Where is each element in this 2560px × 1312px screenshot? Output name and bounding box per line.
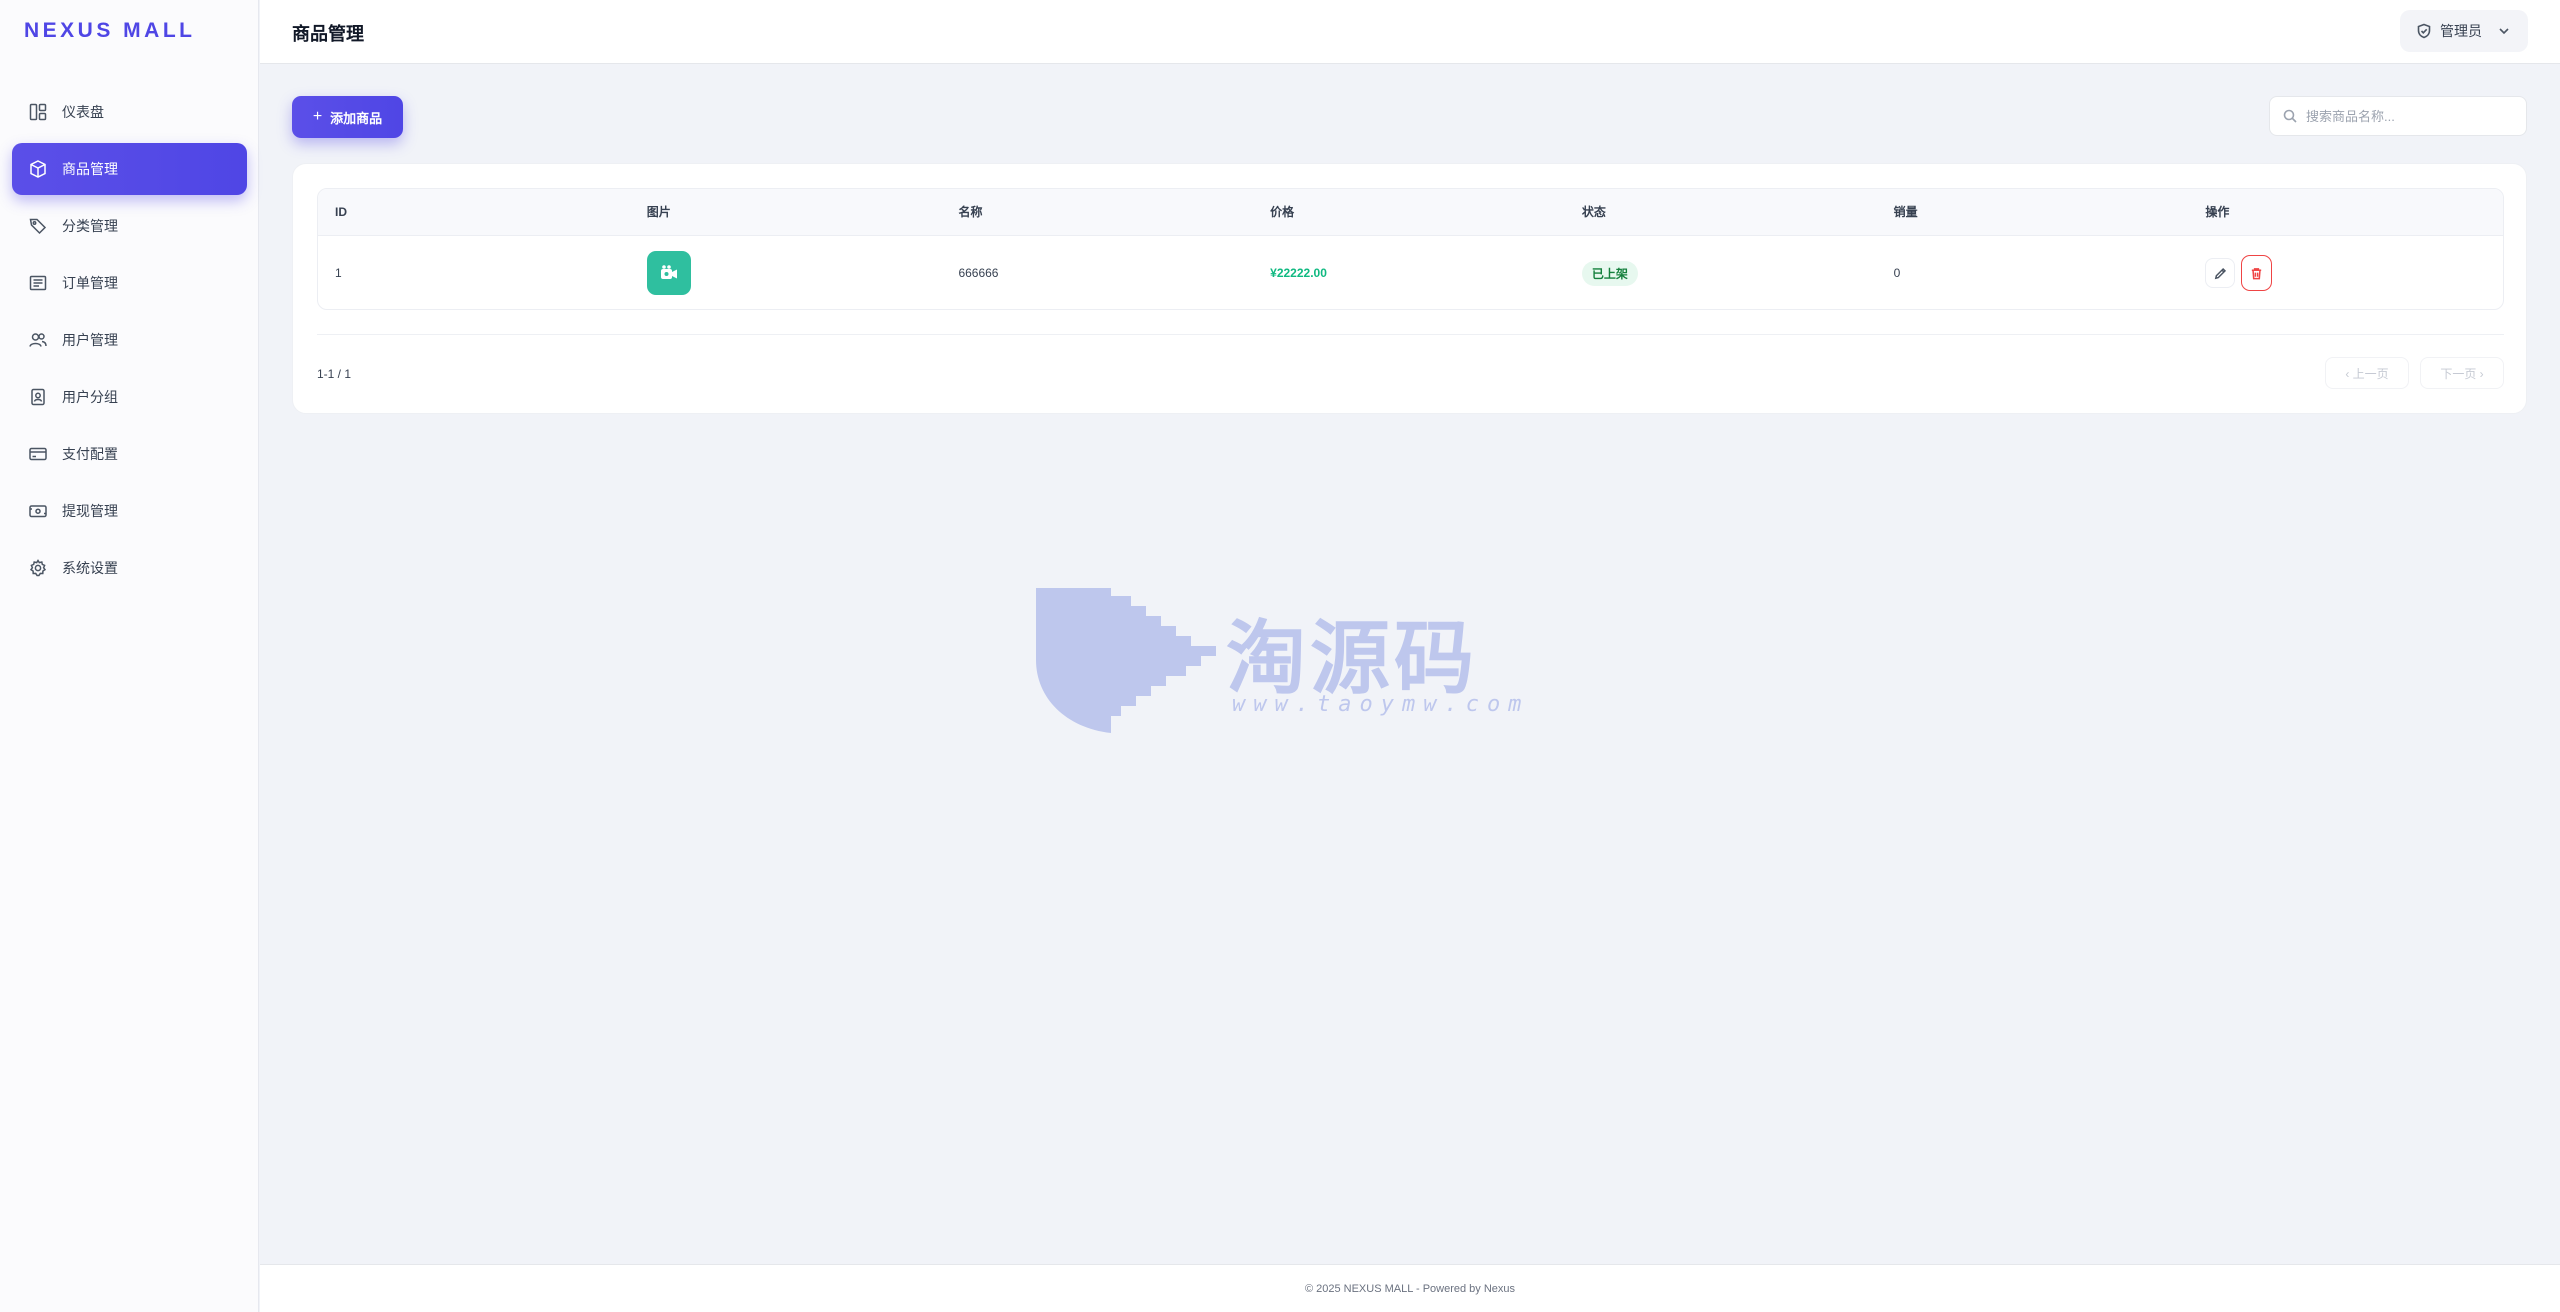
sidebar-item-orders[interactable]: 订单管理: [12, 257, 247, 309]
edit-button[interactable]: [2205, 258, 2236, 288]
column-header-image[interactable]: 图片: [630, 189, 942, 236]
sidebar-item-label: 订单管理: [62, 275, 118, 291]
gear-icon: [29, 559, 47, 577]
sidebar-item-label: 商品管理: [62, 161, 118, 177]
prev-page-button[interactable]: ‹ 上一页: [2325, 357, 2409, 389]
chevron-down-icon: [2499, 28, 2509, 35]
sidebar: NEXUS MALL 仪表盘 商品管理 分类管理 订单管理 用户管理 用户分组 …: [0, 0, 259, 1312]
delete-button[interactable]: [2241, 255, 2273, 291]
box-icon: [30, 160, 46, 178]
sidebar-item-label: 支付配置: [62, 446, 118, 462]
sidebar-nav: 仪表盘 商品管理 分类管理 订单管理 用户管理 用户分组 支付配置 提现管理 系…: [12, 86, 247, 599]
table-header: ID 图片 名称 价格 状态 销量 操作: [318, 189, 2503, 236]
sidebar-item-dashboard[interactable]: 仪表盘: [12, 86, 247, 138]
sidebar-item-label: 系统设置: [62, 560, 118, 576]
top-header: 商品管理 管理员: [260, 0, 2560, 64]
dashboard-icon: [29, 103, 47, 121]
column-header-actions: 操作: [2205, 205, 2230, 219]
cell-actions: [2188, 255, 2503, 291]
shield-check-icon: [2417, 23, 2431, 39]
video-camera-icon: [660, 265, 677, 279]
column-header-sales[interactable]: 销量: [1877, 189, 2189, 236]
withdraw-icon: [29, 505, 47, 518]
status-badge: 已上架: [1581, 260, 1638, 286]
row-actions: [2205, 255, 2503, 291]
user-menu-button[interactable]: 管理员: [2400, 10, 2528, 52]
sidebar-item-settings[interactable]: 系统设置: [12, 542, 247, 594]
app: NEXUS MALL 仪表盘 商品管理 分类管理 订单管理 用户管理 用户分组 …: [0, 0, 2560, 1312]
products-card: ID 图片 名称 价格 状态 销量 操作 1 666666 ¥22222.00 …: [292, 163, 2527, 414]
column-header-status[interactable]: 状态: [1565, 189, 1877, 236]
search-box: [2269, 96, 2527, 136]
cell-status: 已上架: [1565, 260, 1877, 286]
watermark-url: www.taoymw.com: [1232, 692, 1530, 717]
sidebar-item-label: 仪表盘: [62, 104, 104, 120]
tag-icon: [29, 218, 47, 235]
cell-name: 666666: [958, 266, 999, 280]
product-thumbnail[interactable]: [646, 251, 691, 295]
sidebar-item-payment-config[interactable]: 支付配置: [12, 428, 247, 480]
brand-logo: NEXUS MALL: [24, 19, 196, 42]
sidebar-item-products[interactable]: 商品管理: [12, 143, 247, 195]
column-header-price[interactable]: 价格: [1253, 189, 1565, 236]
trash-icon: [2252, 267, 2262, 279]
search-input[interactable]: [2306, 108, 2516, 124]
sidebar-item-label: 用户管理: [62, 332, 118, 348]
cell-id: 1: [335, 266, 342, 280]
cell-price: ¥22222.00: [1270, 266, 1327, 280]
card-divider: [317, 334, 2504, 335]
cell-image: [630, 251, 942, 295]
table-row: 1 666666 ¥22222.00 已上架 0: [318, 236, 2503, 309]
add-product-button[interactable]: + 添加商品: [292, 96, 403, 138]
credit-card-icon: [29, 447, 47, 461]
sidebar-item-label: 提现管理: [62, 503, 118, 519]
sidebar-item-label: 分类管理: [62, 218, 118, 234]
page-title: 商品管理: [292, 24, 364, 44]
products-table: ID 图片 名称 价格 状态 销量 操作 1 666666 ¥22222.00 …: [317, 188, 2504, 310]
watermark: 淘源码 www.taoymw.com: [1036, 588, 1524, 733]
sidebar-item-categories[interactable]: 分类管理: [12, 200, 247, 252]
footer: © 2025 NEXUS MALL - Powered by Nexus: [260, 1264, 2560, 1312]
add-product-label: 添加商品: [330, 110, 383, 126]
sidebar-item-users[interactable]: 用户管理: [12, 314, 247, 366]
sidebar-item-user-groups[interactable]: 用户分组: [12, 371, 247, 423]
user-badge-icon: [31, 388, 45, 406]
users-icon: [29, 333, 47, 347]
user-menu-label: 管理员: [2440, 23, 2482, 39]
next-page-button[interactable]: 下一页 ›: [2420, 357, 2504, 389]
pencil-icon: [2214, 267, 2226, 279]
sidebar-item-withdrawals[interactable]: 提现管理: [12, 485, 247, 537]
watermark-logo: [1036, 588, 1216, 733]
order-icon: [29, 275, 47, 291]
sidebar-item-label: 用户分组: [62, 389, 118, 405]
plus-icon: +: [312, 108, 323, 125]
cell-sales: 0: [1893, 266, 1901, 280]
pagination-info: 1-1 / 1: [317, 367, 352, 381]
search-icon: [2283, 109, 2297, 123]
column-header-name[interactable]: 名称: [941, 189, 1253, 236]
column-header-id[interactable]: ID: [318, 189, 630, 236]
